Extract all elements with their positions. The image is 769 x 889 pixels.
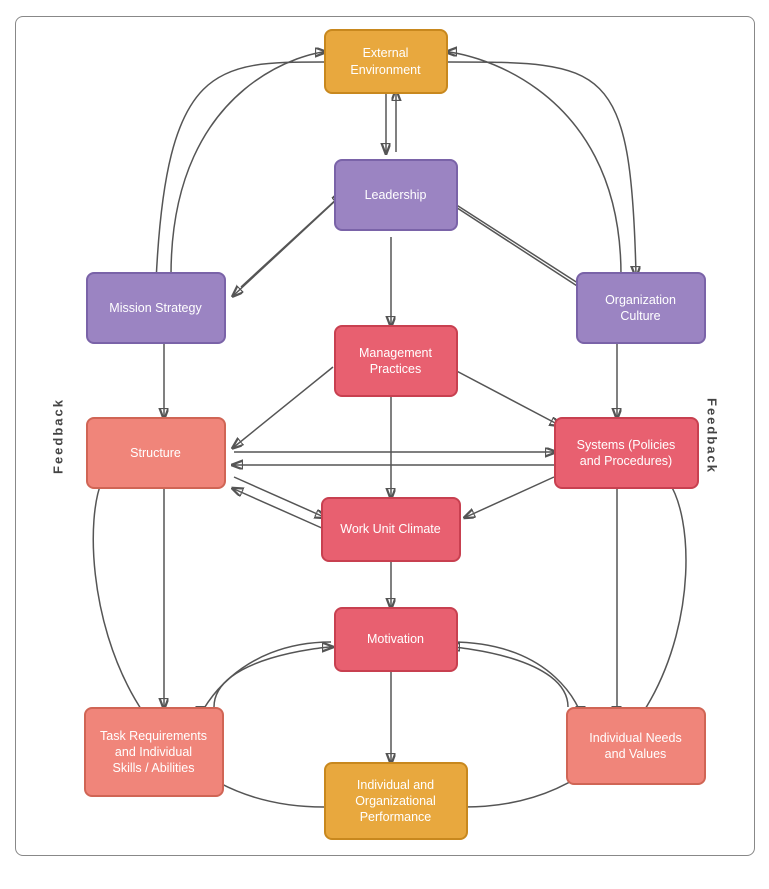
node-work-unit-climate: Work Unit Climate [321, 497, 461, 562]
feedback-label-left: Feedback [50, 398, 65, 474]
node-performance: Individual andOrganizationalPerformance [324, 762, 468, 840]
node-individual-needs: Individual Needsand Values [566, 707, 706, 785]
node-mission-strategy: Mission Strategy [86, 272, 226, 344]
node-external-environment: ExternalEnvironment [324, 29, 448, 94]
diagram-container: Feedback Feedback [15, 16, 755, 856]
feedback-label-right: Feedback [704, 398, 719, 474]
node-organization-culture: OrganizationCulture [576, 272, 706, 344]
node-motivation: Motivation [334, 607, 458, 672]
node-structure: Structure [86, 417, 226, 489]
node-task-requirements: Task Requirementsand IndividualSkills / … [84, 707, 224, 797]
node-systems: Systems (Policiesand Procedures) [554, 417, 699, 489]
node-management-practices: ManagementPractices [334, 325, 458, 397]
node-leadership: Leadership [334, 159, 458, 231]
